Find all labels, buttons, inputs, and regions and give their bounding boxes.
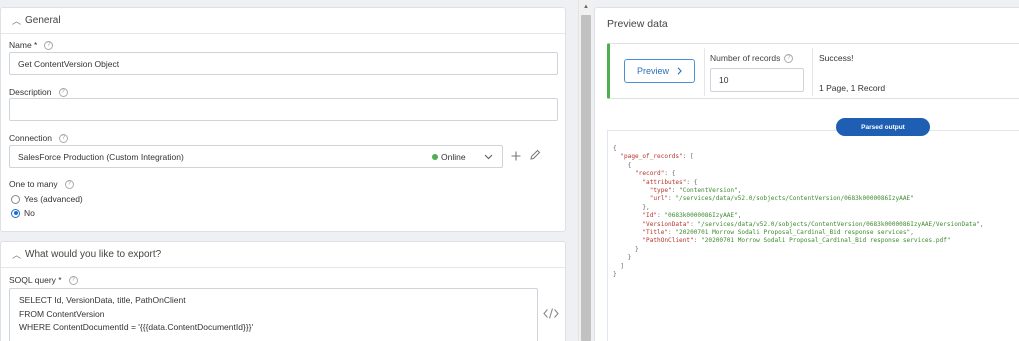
page-record-count: 1 Page, 1 Record	[819, 83, 886, 93]
chevron-up-icon: ︿	[12, 250, 22, 260]
help-icon[interactable]: ?	[784, 53, 794, 63]
json-key: "VersionData"	[642, 220, 691, 228]
description-label: Description	[9, 87, 52, 97]
records-label: Number of records	[710, 53, 781, 63]
json-key: "type"	[649, 187, 672, 195]
soql-query-editor[interactable]: SELECT Id, VersionData, title, PathOnCli…	[9, 288, 538, 341]
json-key: "Id"	[642, 212, 658, 220]
preview-button[interactable]: Preview	[624, 59, 695, 83]
help-icon[interactable]: ?	[44, 40, 54, 50]
json-key: "page_of_records"	[620, 153, 683, 161]
connection-label-row: Connection ?	[9, 133, 69, 143]
name-label-row: Name * ?	[9, 40, 54, 50]
connection-status: Online	[432, 152, 466, 162]
general-section-header[interactable]: ︿ General	[1, 8, 565, 34]
soql-label-row: SOQL query * ?	[9, 275, 78, 285]
json-key: "attributes"	[642, 178, 687, 186]
chevron-down-icon	[484, 154, 493, 160]
divider	[704, 48, 705, 96]
description-label-row: Description ?	[9, 87, 68, 97]
help-icon[interactable]: ?	[59, 133, 69, 143]
json-value: "0683k0000086IzyAAE"	[664, 212, 738, 220]
records-label-row: Number of records ?	[710, 53, 794, 63]
soql-line: SELECT Id, VersionData, title, PathOnCli…	[19, 295, 186, 305]
json-key: "url"	[649, 195, 669, 203]
name-label: Name *	[9, 40, 38, 50]
chevron-right-icon	[677, 67, 682, 75]
pencil-icon[interactable]	[529, 149, 541, 161]
radio-circle-selected[interactable]	[11, 208, 20, 218]
export-section: ︿ What would you like to export? SOQL qu…	[0, 241, 566, 341]
code-icon[interactable]	[543, 308, 559, 319]
config-panel: ︿ General Name * ? Get ContentVersion Ob…	[0, 0, 566, 341]
online-status-dot	[432, 153, 438, 160]
soql-line: WHERE ContentDocumentId = '{{{data.Conte…	[19, 322, 254, 332]
preview-button-label: Preview	[636, 66, 669, 76]
records-input[interactable]: 10	[710, 68, 804, 92]
general-section: ︿ General Name * ? Get ContentVersion Ob…	[0, 7, 566, 232]
json-key: "record"	[635, 170, 665, 178]
radio-yes-label: Yes (advanced)	[24, 194, 83, 204]
json-value: "/services/data/v52.0/sobjects/ContentVe…	[697, 220, 980, 228]
section-title: What would you like to export?	[25, 249, 162, 260]
records-value: 10	[719, 75, 729, 85]
json-output: { "page_of_records": [ { "record": { "at…	[613, 145, 984, 279]
radio-no[interactable]: No	[11, 208, 35, 218]
help-icon[interactable]: ?	[68, 275, 78, 285]
scroll-up-arrow[interactable]: ▲	[579, 4, 593, 10]
preview-title: Preview data	[607, 18, 668, 30]
chevron-up-icon: ︿	[12, 16, 22, 26]
json-output-panel: { "page_of_records": [ { "record": { "at…	[607, 130, 1019, 341]
radio-yes-advanced[interactable]: Yes (advanced)	[11, 194, 83, 204]
divider	[812, 48, 813, 96]
help-icon[interactable]: ?	[58, 87, 68, 97]
connection-label: Connection	[9, 133, 53, 143]
description-field[interactable]	[9, 98, 558, 121]
connection-select[interactable]: SalesForce Production (Custom Integratio…	[9, 145, 503, 168]
one-to-many-label: One to many	[9, 179, 58, 189]
json-value: "/services/data/v52.0/sobjects/ContentVe…	[675, 195, 914, 203]
one-to-many-label-row: One to many ?	[9, 179, 74, 189]
connection-value: SalesForce Production (Custom Integratio…	[18, 151, 184, 162]
preview-controls: Preview Number of records ? 10 Success! …	[607, 43, 1019, 99]
preview-panel: Preview data Preview Number of records ?…	[594, 7, 1019, 341]
json-value: "20200701 Morrow Sodali Proposal_Cardina…	[701, 237, 951, 245]
scroll-thumb[interactable]	[581, 15, 591, 341]
json-value: "ContentVersion"	[679, 187, 738, 195]
soql-label: SOQL query *	[9, 275, 62, 285]
help-icon[interactable]: ?	[64, 179, 74, 189]
status-text: Success!	[819, 53, 854, 63]
connection-status-text: Online	[441, 151, 466, 162]
name-value: Get ContentVersion Object	[18, 58, 120, 69]
radio-no-label: No	[24, 208, 35, 218]
scrollbar[interactable]: ▲	[578, 0, 592, 341]
section-title: General	[25, 15, 61, 26]
json-value: "20200701 Morrow Sodali Proposal_Cardina…	[675, 229, 911, 237]
parsed-output-button[interactable]: Parsed output	[836, 118, 930, 136]
plus-icon[interactable]	[511, 151, 521, 161]
export-section-header[interactable]: ︿ What would you like to export?	[1, 242, 565, 268]
name-field[interactable]: Get ContentVersion Object	[9, 52, 558, 75]
json-key: "Title"	[642, 229, 669, 237]
json-key: "PathOnClient"	[642, 237, 694, 245]
soql-line: FROM ContentVersion	[19, 308, 105, 319]
radio-circle[interactable]	[11, 194, 20, 204]
